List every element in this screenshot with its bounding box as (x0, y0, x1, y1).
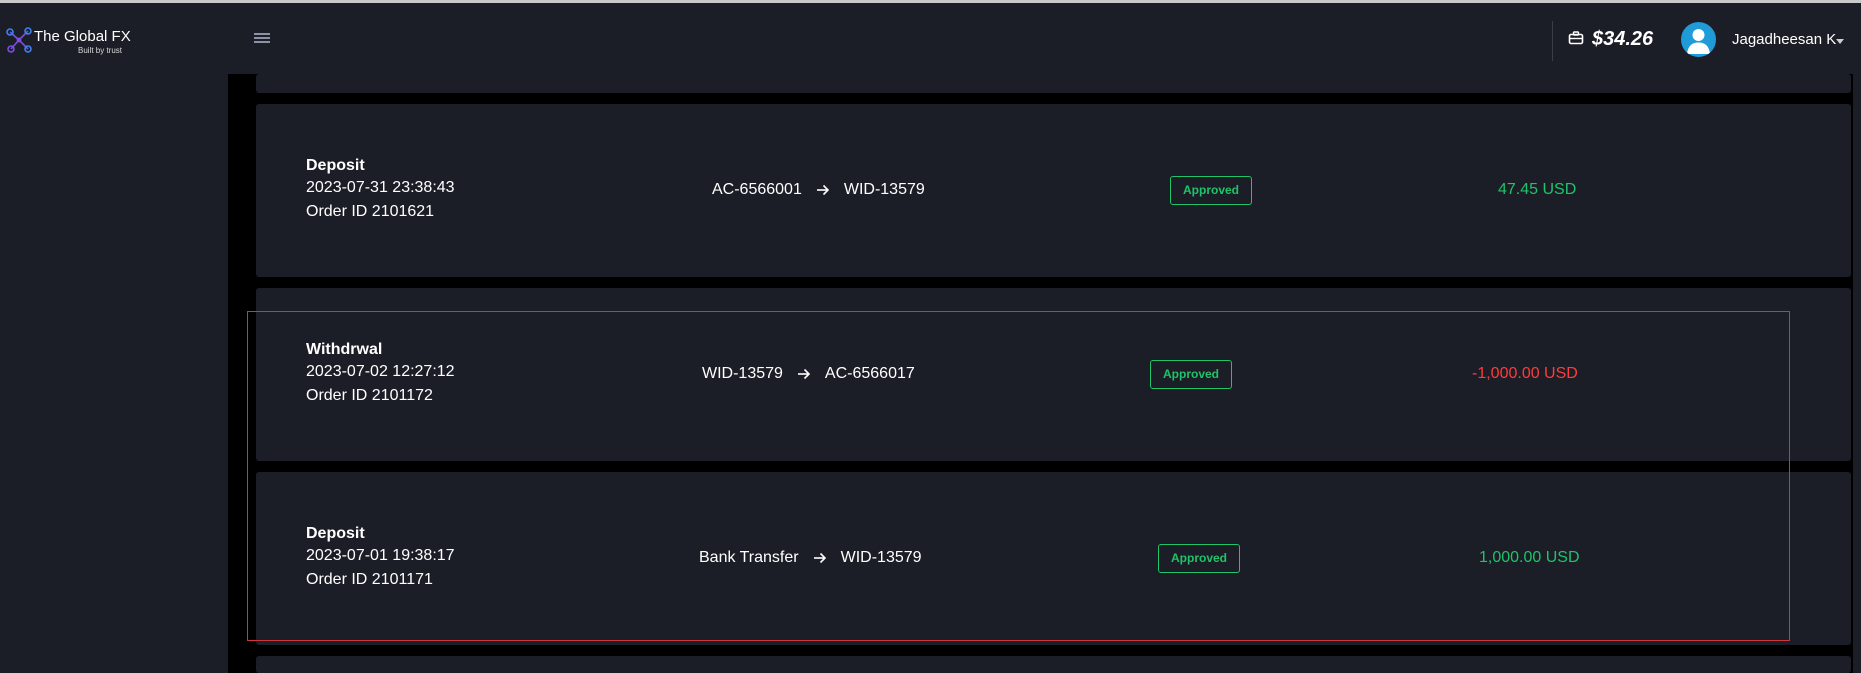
status-badge: Approved (1150, 360, 1233, 389)
transaction-type: Withdrwal (306, 341, 383, 358)
transaction-info: Deposit 2023-07-31 23:38:43 Order ID 210… (306, 156, 455, 224)
person-silhouette-icon (1687, 29, 1710, 54)
transaction-type: Deposit (306, 157, 365, 174)
transaction-card: Deposit 2023-07-01 19:38:17 Order ID 210… (256, 472, 1851, 645)
transaction-card: Deposit 2023-07-31 23:38:43 Order ID 210… (256, 104, 1851, 277)
route-from: AC-6566001 (712, 181, 802, 198)
route-from: WID-13579 (702, 365, 783, 382)
brand-name: The Global FX (34, 28, 131, 45)
header-divider (1552, 21, 1553, 61)
brand-tagline: Built by trust (78, 46, 123, 55)
transaction-datetime: 2023-07-02 12:27:12 (306, 363, 455, 380)
transaction-order-id: Order ID 2101621 (306, 203, 435, 220)
transaction-route: Bank Transfer WID-13579 (699, 549, 922, 567)
network-logo-icon (6, 27, 32, 53)
transaction-info: Withdrwal 2023-07-02 12:27:12 Order ID 2… (306, 340, 455, 408)
transaction-order-id: Order ID 2101171 (306, 571, 433, 588)
page-scrollbar[interactable] (1853, 74, 1861, 673)
hamburger-icon[interactable] (254, 33, 270, 47)
transaction-route: AC-6566001 WID-13579 (712, 181, 925, 199)
route-to: AC-6566017 (824, 365, 915, 382)
transaction-info: Deposit 2023-07-01 19:38:17 Order ID 210… (306, 524, 455, 592)
transaction-card: Withdrwal 2023-07-02 12:27:12 Order ID 2… (256, 288, 1851, 461)
status-badge: Approved (1158, 544, 1241, 573)
briefcase-icon (1568, 31, 1584, 45)
route-from: Bank Transfer (699, 549, 799, 566)
user-avatar-icon[interactable] (1681, 22, 1716, 57)
transaction-card-partial (256, 74, 1851, 93)
status-badge: Approved (1170, 176, 1253, 205)
transaction-amount: 47.45 USD (1498, 181, 1577, 198)
transaction-order-id: Order ID 2101172 (306, 387, 433, 404)
sidebar (0, 74, 228, 673)
transaction-type: Deposit (306, 525, 365, 542)
transaction-datetime: 2023-07-01 19:38:17 (306, 547, 455, 564)
user-name[interactable]: Jagadheesan K (1732, 31, 1836, 48)
arrow-right-icon (813, 552, 826, 564)
route-to: WID-13579 (843, 181, 925, 198)
transaction-card-partial (256, 656, 1851, 673)
transaction-route: WID-13579 AC-6566017 (702, 365, 915, 383)
arrow-right-icon (816, 184, 829, 196)
top-navbar: The Global FX Built by trust $34.26 Jaga… (0, 3, 1861, 74)
arrow-right-icon (797, 368, 811, 380)
caret-down-icon[interactable] (1836, 39, 1844, 44)
route-to: WID-13579 (840, 549, 922, 566)
brand-logo[interactable]: The Global FX Built by trust (6, 26, 134, 60)
transaction-amount: 1,000.00 USD (1479, 549, 1580, 566)
transaction-datetime: 2023-07-31 23:38:43 (306, 179, 455, 196)
transaction-amount: -1,000.00 USD (1472, 365, 1578, 382)
wallet-balance: $34.26 (1592, 28, 1654, 50)
